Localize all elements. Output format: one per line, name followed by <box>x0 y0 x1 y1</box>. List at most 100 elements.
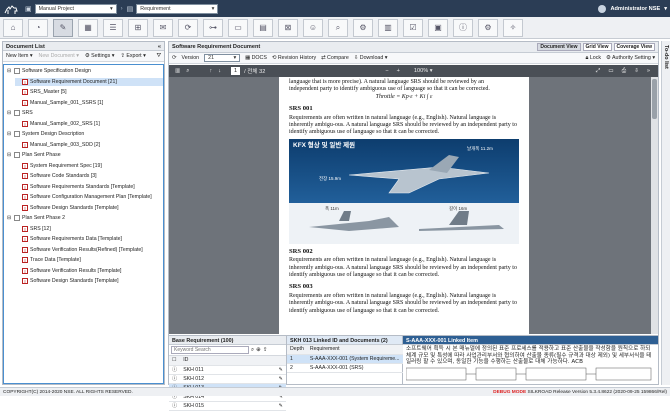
id-column-header[interactable]: ID <box>180 356 276 366</box>
menu-select[interactable]: Requirement ▾ <box>136 3 219 14</box>
tree-folder[interactable]: ⊟ System Design Description <box>7 130 163 138</box>
dashboard-button[interactable]: ◔ <box>28 18 48 37</box>
keyword-search-input[interactable] <box>171 346 249 354</box>
tree-document[interactable]: ≡ Software Requirements Data [Template] <box>15 235 163 243</box>
edit-icon[interactable]: ✎ <box>275 374 286 384</box>
tree-document[interactable]: ≡ Software Requirement Document [21] <box>15 77 163 86</box>
grid-button[interactable]: ⊞ <box>128 18 148 37</box>
requirement-button[interactable]: ✎ <box>53 18 73 37</box>
requirement-column-header[interactable]: Requirement <box>306 345 403 355</box>
new-item-button[interactable]: New Item ▾ <box>6 53 33 59</box>
grid-view-button[interactable]: Grid View <box>582 43 612 51</box>
collapse-left-icon[interactable]: « <box>158 44 161 50</box>
save-icon[interactable]: ⇩ <box>634 68 639 74</box>
download-button[interactable]: ⇩ Download ▾ <box>354 55 388 61</box>
checkbox-header[interactable]: ☐ <box>169 356 181 366</box>
tree-document[interactable]: ≡ System Requirement Spec [19] <box>15 162 163 170</box>
document-view-button[interactable]: Document View <box>537 43 581 51</box>
tree-document[interactable]: ≡ Software Verification Results(Refined) … <box>15 246 163 254</box>
zoom-out-icon[interactable]: − <box>385 68 388 74</box>
export-icon[interactable]: ⇪ <box>263 347 268 353</box>
tree-document[interactable]: ≡ SRS [12] <box>15 225 163 233</box>
report-button[interactable]: ▤ <box>253 18 273 37</box>
sidebar-toggle-icon[interactable]: ▥ <box>175 68 180 74</box>
project-select[interactable]: Manual Project ▾ <box>34 3 117 14</box>
change-button[interactable]: ⟳ <box>178 18 198 37</box>
search-icon[interactable]: ⌕ <box>186 68 189 75</box>
coverage-view-button[interactable]: Coverage View <box>613 43 655 51</box>
edit-icon[interactable]: ✎ <box>275 401 286 411</box>
new-document-button[interactable]: New Document ▾ <box>39 53 79 59</box>
docs-button[interactable]: ▦ DOCS <box>245 55 267 61</box>
page-number-input[interactable]: 1 <box>231 67 241 75</box>
version-select[interactable]: 21 ▾ <box>204 54 241 62</box>
app-logo[interactable] <box>0 0 22 17</box>
info-button[interactable]: ⓘ <box>453 18 473 37</box>
linked-id-row[interactable]: 2 S-AAA-XXX-001 (SRS) <box>287 363 403 373</box>
user-menu[interactable]: Administrator NSE ▾ <box>598 0 667 17</box>
pdf-scrollbar[interactable] <box>651 77 658 334</box>
prev-page-icon[interactable]: ↑ <box>209 68 212 74</box>
pdf-scroll-thumb[interactable] <box>652 79 657 119</box>
authority-setting-button[interactable]: ⚙ Authority Setting ▾ <box>606 55 655 61</box>
matrix-button[interactable]: ⊠ <box>278 18 298 37</box>
tool-button[interactable]: ✧ <box>503 18 523 37</box>
base-requirement-row[interactable]: ⓘ SKH 011 ✎ <box>169 365 286 375</box>
design-button[interactable]: ▦ <box>78 18 98 37</box>
more-tools-icon[interactable]: » <box>647 68 650 74</box>
tree-document[interactable]: ≡ SRS_Master [5] <box>15 88 163 96</box>
fullscreen-icon[interactable]: ⤢ <box>596 68 600 75</box>
tree-document[interactable]: ≡ Trace Data [Template] <box>15 256 163 264</box>
process-button[interactable]: ⚙ <box>353 18 373 37</box>
open-file-icon[interactable]: ▭ <box>608 68 613 74</box>
settings-button[interactable]: ⚙ <box>478 18 498 37</box>
metrics-button[interactable]: ▥ <box>378 18 398 37</box>
settings-dropdown[interactable]: ⚙ Settings ▾ <box>85 53 115 59</box>
print-icon[interactable]: ⎙ <box>622 68 626 75</box>
refresh-icon[interactable]: ⟳ <box>172 55 176 61</box>
tree-document[interactable]: ≡ Manual_Sample_002_SRS [1] <box>15 120 163 128</box>
search-icon[interactable]: ⌕ <box>251 347 254 354</box>
filter-icon[interactable]: ⛛ <box>157 53 161 60</box>
tree-document[interactable]: ≡ Software Verification Results [Template… <box>15 267 163 275</box>
export-dropdown[interactable]: ⇪ Export ▾ <box>120 53 145 59</box>
tree-document[interactable]: ≡ Software Design Standards [Template] <box>15 277 163 285</box>
people-button[interactable]: ☺ <box>303 18 323 37</box>
lock-button[interactable]: 🔒︎ Lock <box>586 55 602 62</box>
collapse-icon[interactable]: ⊟ <box>7 110 12 116</box>
base-requirement-row[interactable]: ⓘ SKH 015 ✎ <box>169 401 286 411</box>
tree-document[interactable]: ≡ Software Configuration Management Plan … <box>15 193 163 201</box>
tree-document[interactable]: ≡ Software Code Standards [3] <box>15 172 163 180</box>
tree-button[interactable]: ⊶ <box>203 18 223 37</box>
tree-folder[interactable]: ⊟ SRS <box>7 109 163 117</box>
tree-folder[interactable]: ⊟ Plan Sent Phase <box>7 151 163 159</box>
collapse-icon[interactable]: ⊟ <box>7 215 12 221</box>
collapse-icon[interactable]: ⊟ <box>7 68 12 74</box>
zoom-select[interactable]: 100% ▾ <box>414 68 433 74</box>
revision-history-button[interactable]: ⟲ Revision History <box>272 55 316 61</box>
base-requirement-row[interactable]: ⓘ SKH 012 ✎ <box>169 374 286 384</box>
analysis-button[interactable]: ⌕ <box>328 18 348 37</box>
add-icon[interactable]: ⊕ <box>256 347 261 353</box>
tree-document[interactable]: ≡ Software Design Standards [Template] <box>15 204 163 212</box>
tree-document[interactable]: ≡ Manual_Sample_003_SDD [2] <box>15 141 163 149</box>
calendar-button[interactable]: ▣ <box>428 18 448 37</box>
folder-button[interactable]: ▭ <box>228 18 248 37</box>
next-page-icon[interactable]: ↓ <box>218 68 221 74</box>
collapse-icon[interactable]: ⊟ <box>7 152 12 158</box>
review-button[interactable]: ✉ <box>153 18 173 37</box>
pdf-canvas[interactable]: language that is more precise). A natura… <box>169 77 658 334</box>
audit-button[interactable]: ☑ <box>403 18 423 37</box>
linked-id-row[interactable]: 1 S-AAA-XXX-001 (System Requireme... <box>287 354 403 364</box>
list-button[interactable]: ☰ <box>103 18 123 37</box>
tree-document[interactable]: ≡ Software Requirements Standards [Templa… <box>15 183 163 191</box>
tree-document[interactable]: ≡ Manual_Sample_001_SSRS [1] <box>15 99 163 107</box>
zoom-in-icon[interactable]: + <box>397 68 400 74</box>
compare-button[interactable]: ⇄ Compare <box>321 55 349 61</box>
edit-icon[interactable]: ✎ <box>275 365 286 375</box>
depth-column-header[interactable]: Depth <box>287 345 307 355</box>
tree-folder[interactable]: ⊟ Software Specification Design <box>7 67 163 75</box>
todo-list-tab[interactable]: To-do list <box>661 41 670 385</box>
home-button[interactable]: ⌂ <box>3 18 23 37</box>
collapse-icon[interactable]: ⊟ <box>7 131 12 137</box>
